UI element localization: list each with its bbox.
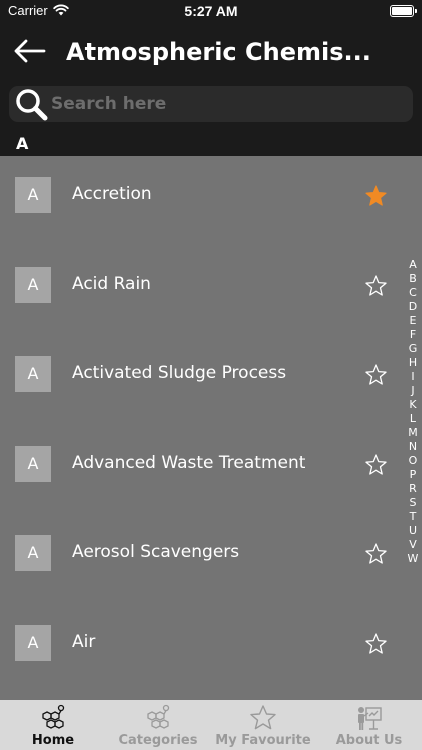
term-label: Accretion — [72, 184, 152, 204]
tab-label: Categories — [118, 733, 198, 748]
list-item[interactable]: A Advanced Waste Treatment — [0, 425, 400, 515]
list-item[interactable]: A Accretion — [0, 156, 400, 246]
search-input[interactable] — [51, 86, 401, 122]
index-letter[interactable]: L — [404, 412, 422, 426]
term-label: Air — [72, 632, 96, 652]
index-letter[interactable]: W — [404, 552, 422, 566]
letter-badge: A — [15, 535, 51, 572]
index-letter[interactable]: G — [404, 342, 422, 356]
index-letter[interactable]: U — [404, 524, 422, 538]
search-bar[interactable] — [9, 86, 413, 122]
index-letter[interactable]: F — [404, 328, 422, 342]
index-letter[interactable]: I — [404, 370, 422, 384]
index-letter[interactable]: T — [404, 510, 422, 524]
page-title: Atmospheric Chemis... — [66, 38, 371, 66]
list-item[interactable]: A Air — [0, 604, 400, 694]
star-outline-icon[interactable] — [364, 632, 388, 656]
star-icon — [250, 705, 276, 730]
section-header: A — [0, 132, 422, 156]
presenter-icon — [358, 707, 382, 730]
clock: 5:27 AM — [184, 3, 238, 19]
tab-label: About Us — [335, 733, 403, 748]
list-item[interactable]: A Acid Rain — [0, 246, 400, 336]
star-outline-icon[interactable] — [364, 542, 388, 566]
term-label: Activated Sludge Process — [72, 363, 287, 384]
index-letter[interactable]: O — [404, 454, 422, 468]
index-letter[interactable]: R — [404, 482, 422, 496]
index-letter[interactable]: J — [404, 384, 422, 398]
tab-about-us[interactable]: About Us — [316, 700, 422, 750]
term-label: Advanced Waste Treatment — [72, 452, 306, 473]
letter-badge: A — [15, 445, 51, 482]
letter-badge: A — [15, 356, 51, 393]
index-letter[interactable]: M — [404, 426, 422, 440]
index-letter[interactable]: C — [404, 286, 422, 300]
alphabet-index[interactable]: ABCDEFGHIJKLMNOPRSTUVW — [404, 258, 422, 566]
battery-icon — [390, 5, 417, 17]
index-letter[interactable]: H — [404, 356, 422, 370]
index-letter[interactable]: E — [404, 314, 422, 328]
index-letter[interactable]: A — [404, 258, 422, 272]
tab-label: Home — [31, 733, 75, 748]
index-letter[interactable]: B — [404, 272, 422, 286]
index-letter[interactable]: V — [404, 538, 422, 552]
index-letter[interactable]: S — [404, 496, 422, 510]
star-outline-icon[interactable] — [364, 274, 388, 298]
search-icon — [16, 89, 48, 121]
status-bar: Carrier 5:27 AM — [0, 0, 422, 24]
index-letter[interactable]: D — [404, 300, 422, 314]
tab-categories[interactable]: Categories — [106, 700, 210, 750]
index-letter[interactable]: P — [404, 468, 422, 482]
tab-my-favourite[interactable]: My Favourite — [210, 700, 316, 750]
tab-bar: Home Categories My Favourite About Us — [0, 700, 422, 750]
term-label: Acid Rain — [72, 273, 151, 294]
terms-list[interactable]: A Accretion A Acid Rain A Activated Sludge Pr… — [0, 156, 422, 700]
list-item[interactable]: A Activated Sludge Process — [0, 335, 400, 425]
letter-badge: A — [15, 625, 51, 661]
molecule-icon — [42, 704, 65, 729]
star-filled-icon[interactable] — [364, 184, 388, 208]
tab-home[interactable]: Home — [0, 700, 106, 750]
letter-badge: A — [15, 177, 51, 213]
molecule-icon — [147, 704, 170, 729]
navigation-bar: Atmospheric Chemis... — [0, 24, 422, 80]
back-arrow-icon[interactable] — [12, 36, 48, 66]
letter-badge: A — [15, 266, 51, 303]
star-outline-icon[interactable] — [364, 453, 388, 477]
index-letter[interactable]: K — [404, 398, 422, 412]
tab-label: My Favourite — [215, 733, 311, 748]
list-item[interactable]: A Aerosol Scavengers — [0, 514, 400, 604]
term-label: Aerosol Scavengers — [72, 542, 240, 563]
index-letter[interactable]: N — [404, 440, 422, 454]
star-outline-icon[interactable] — [364, 363, 388, 387]
